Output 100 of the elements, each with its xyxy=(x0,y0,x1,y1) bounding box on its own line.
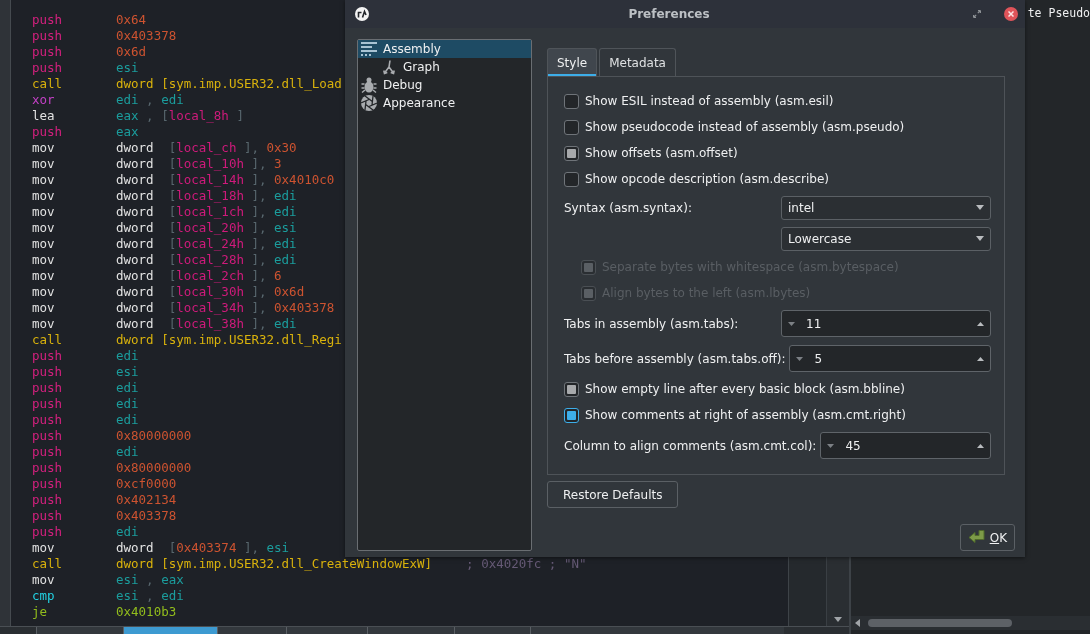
instruction-mnemonic: mov xyxy=(32,252,55,267)
instruction-mnemonic: mov xyxy=(32,188,55,203)
list-lines-icon xyxy=(361,42,377,56)
instruction-mnemonic: push xyxy=(32,508,63,523)
field-label: Tabs before assembly (asm.tabs.off): xyxy=(564,351,786,366)
close-icon xyxy=(1008,11,1014,17)
checkbox[interactable] xyxy=(564,145,579,161)
instruction-operands: dword [sym.imp.USER32.dll_CreateWindowExW] xyxy=(116,556,433,572)
checkbox-label: Show comments at right of assembly (asm.cmt.right) xyxy=(585,407,906,424)
instruction-mnemonic: mov xyxy=(32,300,55,315)
instruction-operands: 0x80000000 xyxy=(116,460,192,476)
instruction-operands: dword [local_14h ], 0x4010c0 xyxy=(116,172,335,188)
instruction-operands: dword [local_28h ], edi xyxy=(116,252,297,268)
instruction-mnemonic: mov xyxy=(32,140,55,155)
tree-item[interactable]: Appearance xyxy=(358,94,531,112)
caret-down-icon xyxy=(976,205,984,210)
instruction-operands: edi xyxy=(116,380,139,396)
instruction-mnemonic: call xyxy=(32,76,63,91)
checkbox[interactable] xyxy=(564,407,579,423)
triangle-down-icon[interactable] xyxy=(796,356,804,361)
close-button[interactable] xyxy=(1004,7,1018,21)
instruction-operands: esi xyxy=(116,60,139,76)
instruction-operands: 0x64 xyxy=(116,12,147,28)
scroll-down-icon[interactable] xyxy=(834,617,842,622)
spin-box[interactable]: 11 xyxy=(781,310,991,337)
instruction-mnemonic: mov xyxy=(32,204,55,219)
tree-item[interactable]: Assembly xyxy=(358,40,531,58)
checkbox[interactable] xyxy=(564,93,579,109)
instruction-mnemonic: push xyxy=(32,492,63,507)
instruction-mnemonic: push xyxy=(32,364,63,379)
field-label: Column to align comments (asm.cmt.col): xyxy=(564,438,817,453)
instruction-mnemonic: push xyxy=(32,476,63,491)
instruction-operands: 0x80000000 xyxy=(116,428,192,444)
branch-icon xyxy=(383,59,395,75)
checkbox-label: Show offsets (asm.offset) xyxy=(585,145,738,162)
instruction-operands: edi xyxy=(116,348,139,364)
triangle-up-icon[interactable] xyxy=(977,356,984,361)
instruction-operands: edi xyxy=(116,396,139,412)
instruction-operands: dword [local_34h ], 0x403378 xyxy=(116,300,335,316)
instruction-mnemonic: push xyxy=(32,460,63,475)
instruction-mnemonic: mov xyxy=(32,540,55,555)
bug-icon xyxy=(361,77,377,93)
tree-item[interactable]: Graph xyxy=(358,58,531,76)
instruction-operands: edi xyxy=(116,444,139,460)
instruction-operands: 0x403378 xyxy=(116,508,177,524)
instruction-operands: edi , edi xyxy=(116,92,184,108)
instruction-operands: 0x403378 xyxy=(116,28,177,44)
instruction-operands: dword [local_1ch ], edi xyxy=(116,204,297,220)
instruction-mnemonic: push xyxy=(32,124,63,139)
checkbox-label: Show empty line after every basic block (asm.bbline) xyxy=(585,381,905,398)
tab[interactable]: Metadata xyxy=(599,48,676,76)
instruction-operands: esi xyxy=(116,364,139,380)
instruction-operands: esi , eax xyxy=(116,572,184,588)
instruction-operands: edi xyxy=(116,412,139,428)
triangle-down-icon[interactable] xyxy=(788,321,795,326)
instruction-mnemonic: push xyxy=(32,412,63,427)
instruction-operands: eax , [local_8h ] xyxy=(116,108,244,124)
instruction-mnemonic: push xyxy=(32,28,63,43)
instruction-mnemonic: push xyxy=(32,444,63,459)
field-label: Tabs in assembly (asm.tabs): xyxy=(564,316,739,331)
restore-defaults-button[interactable]: Restore Defaults xyxy=(547,481,679,508)
horizontal-scrollbar[interactable] xyxy=(851,616,1090,630)
instruction-operands: 0x402134 xyxy=(116,492,177,508)
checkbox[interactable] xyxy=(564,381,579,397)
dialog-title: Preferences xyxy=(628,6,710,23)
scrollbar-thumb[interactable] xyxy=(868,619,1012,627)
instruction-operands: dword [sym.imp.USER32.dll_Regi xyxy=(116,332,342,348)
instruction-mnemonic: mov xyxy=(32,268,55,283)
instruction-operands: edi xyxy=(116,524,139,540)
caret-down-icon xyxy=(976,236,984,241)
checkbox-label: Show ESIL instead of assembly (asm.esil) xyxy=(585,93,834,110)
instruction-mnemonic: mov xyxy=(32,572,55,587)
panel-title: te Pseudo xyxy=(1027,5,1090,23)
triangle-up-icon[interactable] xyxy=(977,443,984,448)
checkbox[interactable] xyxy=(564,119,579,135)
instruction-operands: dword [sym.imp.USER32.dll_Load xyxy=(116,76,342,92)
instruction-mnemonic: xor xyxy=(32,92,55,107)
instruction-mnemonic: je xyxy=(32,604,48,619)
instruction-operands: dword [local_38h ], edi xyxy=(116,316,297,332)
tab[interactable]: Style xyxy=(547,48,598,76)
instruction-operands: 0x6d xyxy=(116,44,147,60)
tree-item[interactable]: Debug xyxy=(358,76,531,94)
code-comment: ; 0x4020fc ; "N" xyxy=(466,556,587,572)
instruction-operands: dword [local_24h ], edi xyxy=(116,236,297,252)
spin-box[interactable]: 45 xyxy=(820,432,991,459)
instruction-mnemonic: push xyxy=(32,428,63,443)
dropdown[interactable]: Lowercase xyxy=(781,226,991,251)
checkbox[interactable] xyxy=(564,171,579,187)
scroll-left-icon[interactable] xyxy=(855,619,860,627)
instruction-mnemonic: mov xyxy=(32,172,55,187)
ok-button[interactable]: OK xyxy=(959,524,1015,551)
spin-box[interactable]: 5 xyxy=(789,345,991,372)
restore-icon[interactable] xyxy=(973,10,981,18)
triangle-up-icon[interactable] xyxy=(977,321,984,326)
instruction-operands: esi , edi xyxy=(116,588,184,604)
instruction-mnemonic: call xyxy=(32,556,63,571)
dropdown[interactable]: intel xyxy=(781,195,991,220)
return-arrow-icon xyxy=(967,530,985,545)
triangle-down-icon[interactable] xyxy=(827,443,835,448)
instruction-mnemonic: push xyxy=(32,60,63,75)
